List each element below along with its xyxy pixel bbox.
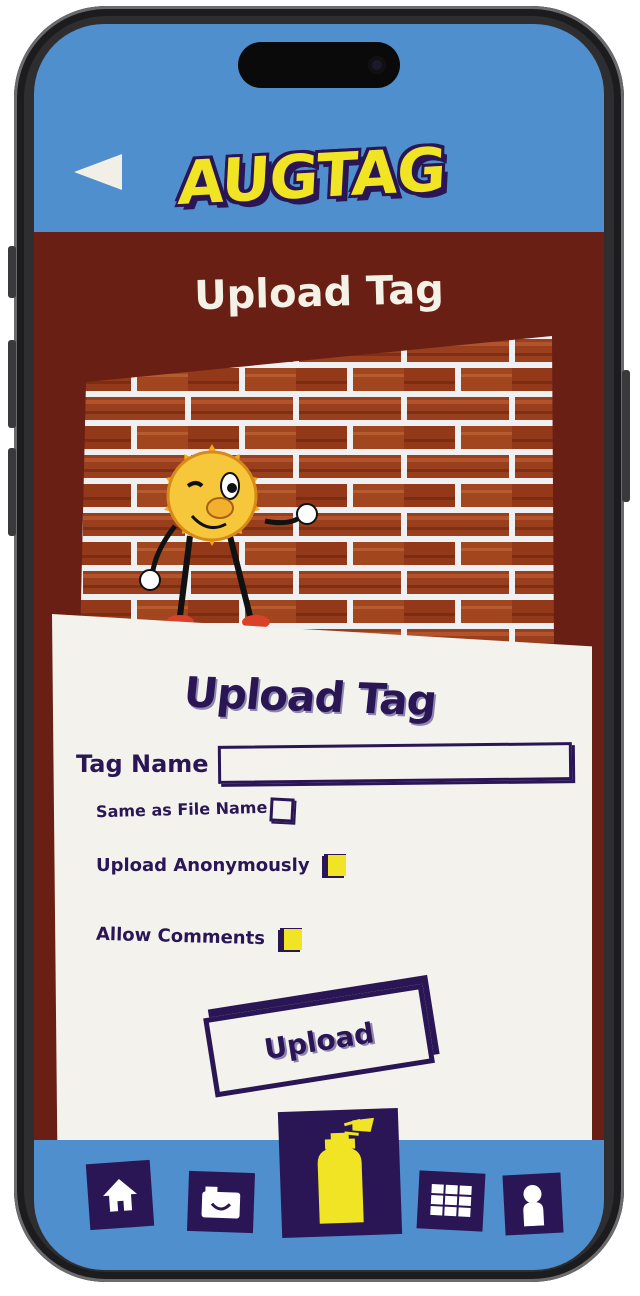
dynamic-island [238, 42, 400, 88]
action-button [8, 246, 16, 298]
nav-home-button[interactable] [85, 1159, 155, 1231]
power-button [622, 370, 630, 502]
page-title: Upload Tag [193, 266, 445, 320]
volume-down-button [8, 448, 16, 536]
allow-comments-label: Allow Comments [95, 923, 266, 950]
volume-up-button [8, 340, 16, 428]
spray-can-icon [317, 1117, 375, 1224]
nav-profile-button[interactable] [502, 1172, 564, 1236]
upload-anonymously-label: Upload Anonymously [96, 855, 310, 876]
camera-icon [201, 1186, 241, 1219]
back-arrow-icon[interactable] [74, 154, 122, 190]
nav-gallery-button[interactable] [416, 1170, 486, 1232]
tag-preview-image [80, 336, 554, 646]
nav-spray-can-button[interactable] [277, 1107, 403, 1239]
tag-name-label: Tag Name [76, 750, 209, 778]
home-icon [103, 1179, 137, 1212]
screen: AUGTAG Upload Tag Upload Tag Tag Name Sa… [34, 24, 604, 1270]
gallery-grid-icon [430, 1183, 472, 1218]
augtag-logo: AUGTAG [176, 134, 468, 226]
upload-button-label: Upload [261, 1015, 377, 1066]
nav-camera-button[interactable] [186, 1170, 256, 1234]
same-as-file-name-checkbox[interactable] [269, 797, 295, 823]
upload-anonymously-checkbox[interactable] [324, 854, 346, 876]
front-camera-icon [368, 56, 386, 74]
tag-name-input[interactable] [217, 742, 573, 784]
profile-icon [523, 1185, 545, 1227]
logo-text: AUGTAG [176, 134, 448, 220]
allow-comments-checkbox[interactable] [280, 928, 302, 950]
